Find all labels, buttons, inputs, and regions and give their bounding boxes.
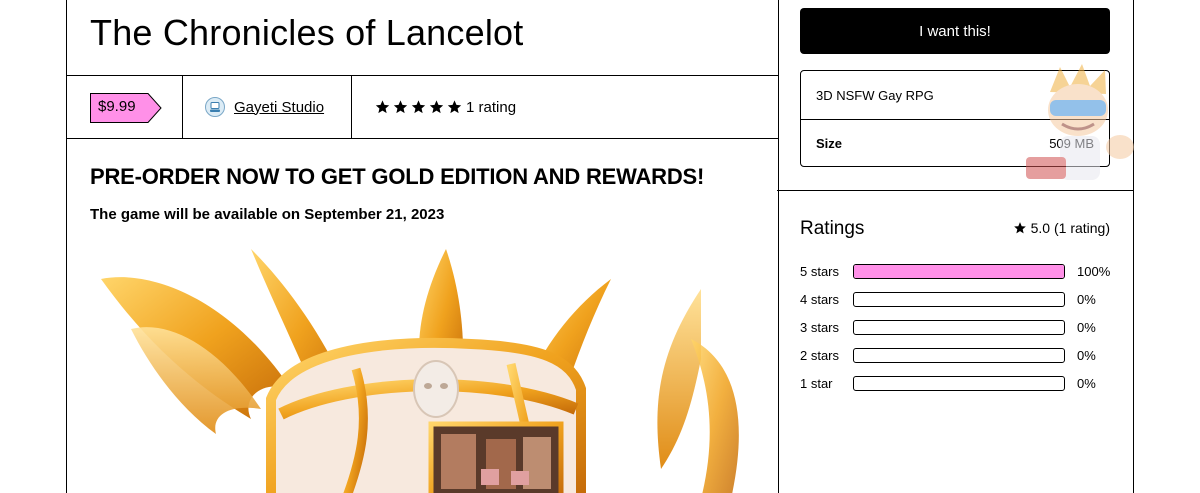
ratings-summary-text: 5.0 (1 rating) bbox=[1030, 220, 1110, 236]
size-label: Size bbox=[816, 136, 843, 151]
ratings-breakdown: 5 stars 100% 4 stars 0% 3 stars 0% 2 sta… bbox=[800, 257, 1111, 397]
rating-row-percent: 0% bbox=[1077, 319, 1096, 335]
rating-bar-fill bbox=[854, 264, 1064, 278]
rating-row-5: 5 stars 100% bbox=[800, 257, 1111, 285]
rating-bar bbox=[853, 319, 1065, 335]
rating-row-percent: 100% bbox=[1077, 263, 1111, 279]
rating-row-2: 2 stars 0% bbox=[800, 341, 1111, 369]
star-icon bbox=[375, 100, 390, 114]
rating-cell: 1 rating bbox=[352, 76, 516, 138]
product-sidebar: I want this! 3D NSFW Gay RPG Size 509 MB… bbox=[777, 0, 1134, 493]
rating-row-label: 3 stars bbox=[800, 319, 840, 335]
rating-row-label: 2 stars bbox=[800, 347, 840, 363]
creator-cell[interactable]: Gayeti Studio bbox=[183, 76, 352, 138]
rating-row-percent: 0% bbox=[1077, 291, 1096, 307]
star-icon bbox=[1013, 222, 1026, 234]
rating-row-4: 4 stars 0% bbox=[800, 285, 1111, 313]
rating-row-percent: 0% bbox=[1077, 375, 1096, 391]
price-cell: $9.99 bbox=[67, 76, 183, 138]
rating-bar bbox=[853, 291, 1065, 307]
star-icon bbox=[429, 100, 444, 114]
rating-stars bbox=[374, 99, 463, 115]
product-main: The Chronicles of Lancelot $9.99 Gayeti … bbox=[66, 0, 779, 493]
rating-row-label: 4 stars bbox=[800, 291, 840, 307]
product-description: PRE-ORDER NOW TO GET GOLD EDITION AND RE… bbox=[67, 139, 778, 493]
release-date-text: The game will be available on September … bbox=[90, 206, 445, 223]
ratings-heading: Ratings bbox=[800, 218, 865, 239]
rating-row-percent: 0% bbox=[1077, 347, 1096, 363]
creator-avatar-icon bbox=[205, 97, 225, 117]
sidebar-divider bbox=[777, 190, 1133, 191]
product-page: The Chronicles of Lancelot $9.99 Gayeti … bbox=[66, 0, 1134, 493]
price-value: $9.99 bbox=[98, 98, 136, 115]
price-tag: $9.99 bbox=[90, 93, 162, 123]
creator-link[interactable]: Gayeti Studio bbox=[234, 99, 324, 116]
mascot-overlay-image bbox=[1026, 64, 1134, 180]
rating-row-label: 1 star bbox=[800, 375, 833, 391]
description-headline: PRE-ORDER NOW TO GET GOLD EDITION AND RE… bbox=[90, 164, 705, 189]
product-title: The Chronicles of Lancelot bbox=[90, 12, 524, 53]
star-icon bbox=[411, 100, 426, 114]
star-icon bbox=[393, 100, 408, 114]
ratings-summary: 5.0 (1 rating) bbox=[1013, 220, 1110, 236]
want-this-button[interactable]: I want this! bbox=[800, 8, 1110, 54]
rating-row-label: 5 stars bbox=[800, 263, 840, 279]
rating-bar bbox=[853, 263, 1065, 279]
rating-bar bbox=[853, 347, 1065, 363]
product-cover-image bbox=[101, 249, 739, 493]
rating-count: 1 rating bbox=[466, 98, 517, 116]
title-row: The Chronicles of Lancelot bbox=[67, 0, 778, 76]
rating-row-3: 3 stars 0% bbox=[800, 313, 1111, 341]
star-icon bbox=[447, 100, 462, 114]
product-meta-row: $9.99 Gayeti Studio 1 rating bbox=[67, 76, 778, 139]
rating-bar bbox=[853, 375, 1065, 391]
rating-row-1: 1 star 0% bbox=[800, 369, 1111, 397]
